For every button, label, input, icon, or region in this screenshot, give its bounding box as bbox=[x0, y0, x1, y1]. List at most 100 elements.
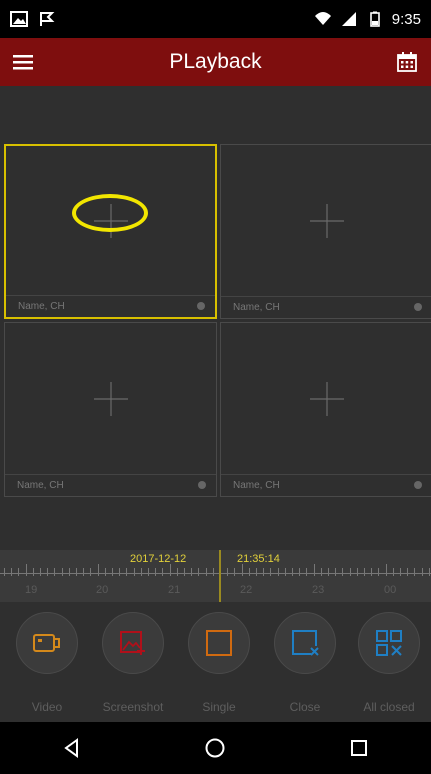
timeline-hour: 23 bbox=[312, 584, 325, 596]
cell-label: Name, CH bbox=[5, 474, 216, 496]
timeline-tick bbox=[97, 564, 99, 576]
video-camera-icon bbox=[33, 634, 60, 652]
timeline-tick bbox=[25, 564, 27, 576]
timeline-tick bbox=[119, 568, 121, 576]
action-bar: Video Screenshot Single Close All closed bbox=[0, 602, 431, 722]
timeline-hour: 21 bbox=[168, 584, 181, 596]
system-nav-bar bbox=[0, 722, 431, 774]
cell-label: Name, CH bbox=[221, 296, 431, 318]
timeline-tick bbox=[162, 568, 164, 576]
timeline-tick bbox=[428, 568, 430, 576]
timeline-tick bbox=[112, 568, 113, 576]
timeline-tick bbox=[40, 568, 41, 576]
wifi-icon bbox=[314, 12, 331, 25]
cell-label: Name, CH bbox=[221, 474, 431, 496]
timeline-tick bbox=[83, 568, 85, 576]
timeline-tick bbox=[385, 564, 387, 576]
all-closed-button-circle[interactable] bbox=[358, 612, 420, 674]
close-button-circle[interactable] bbox=[274, 612, 336, 674]
timeline-tick bbox=[378, 568, 380, 576]
timeline-tick bbox=[140, 568, 142, 576]
timeline-tick bbox=[421, 568, 423, 576]
screenshot-button-circle[interactable] bbox=[102, 612, 164, 674]
top-spacer bbox=[0, 86, 431, 144]
video-cell-3[interactable]: Name, CH bbox=[4, 322, 217, 497]
timeline-tick bbox=[32, 568, 34, 576]
timeline-tick bbox=[256, 568, 257, 576]
page-title: PLayback bbox=[169, 50, 262, 73]
timeline-tick bbox=[68, 568, 70, 576]
timeline-tick bbox=[54, 568, 56, 576]
status-dot bbox=[414, 303, 422, 311]
timeline-tick bbox=[4, 568, 5, 576]
add-channel-icon[interactable] bbox=[93, 382, 128, 417]
back-triangle-icon bbox=[64, 738, 78, 758]
video-button[interactable]: Video bbox=[4, 612, 90, 714]
screenshot-button[interactable]: Screenshot bbox=[90, 612, 176, 714]
video-cell-4[interactable]: Name, CH bbox=[220, 322, 431, 497]
timeline-axis bbox=[0, 573, 431, 574]
recents-square-icon bbox=[351, 740, 368, 756]
recents-button[interactable] bbox=[339, 728, 379, 768]
single-button-circle[interactable] bbox=[188, 612, 250, 674]
timeline-tick bbox=[184, 568, 185, 576]
app-bar: PLayback bbox=[0, 38, 431, 86]
timeline-tick bbox=[61, 568, 63, 576]
flag-notification-icon bbox=[40, 12, 55, 26]
timeline-tick bbox=[335, 568, 337, 576]
home-circle-icon bbox=[205, 738, 225, 758]
timeline-cursor[interactable] bbox=[219, 550, 221, 602]
single-button[interactable]: Single bbox=[176, 612, 262, 714]
video-button-circle[interactable] bbox=[16, 612, 78, 674]
timeline-tick bbox=[11, 568, 13, 576]
timeline-tick bbox=[407, 568, 409, 576]
add-channel-icon[interactable] bbox=[309, 382, 344, 417]
highlight-annotation bbox=[72, 194, 148, 232]
timeline-hour: 19 bbox=[25, 584, 38, 596]
image-notification-icon bbox=[10, 11, 28, 27]
close-label: Close bbox=[289, 700, 321, 714]
status-dot bbox=[414, 481, 422, 489]
timeline-tick bbox=[292, 568, 293, 576]
status-time: 9:35 bbox=[391, 10, 421, 28]
timeline-tick bbox=[155, 568, 157, 576]
timeline-tick bbox=[212, 568, 214, 576]
timeline-tick bbox=[392, 568, 394, 576]
back-button[interactable] bbox=[52, 728, 92, 768]
timeline-tick bbox=[356, 568, 358, 576]
calendar-icon[interactable] bbox=[395, 50, 419, 74]
home-button[interactable] bbox=[195, 728, 235, 768]
status-bar: 9:35 bbox=[0, 0, 431, 38]
timeline-tick bbox=[320, 568, 322, 576]
status-dot bbox=[197, 302, 205, 310]
menu-icon[interactable] bbox=[12, 51, 34, 73]
signal-icon bbox=[341, 12, 356, 26]
playback-timeline[interactable]: 2017-12-12 21:35:14 19 20 21 22 23 00 bbox=[0, 550, 431, 602]
timeline-hour: 20 bbox=[96, 584, 109, 596]
video-cell-2[interactable]: Name, CH bbox=[220, 144, 431, 319]
timeline-time: 21:35:14 bbox=[237, 553, 280, 565]
timeline-tick bbox=[299, 568, 301, 576]
timeline-tick bbox=[313, 564, 315, 576]
timeline-tick bbox=[414, 568, 416, 576]
video-cell-1[interactable]: Name, CH bbox=[4, 144, 217, 319]
middle-spacer bbox=[0, 498, 431, 550]
timeline-tick bbox=[205, 568, 207, 576]
single-view-icon bbox=[206, 630, 232, 656]
timeline-tick bbox=[198, 568, 200, 576]
single-label: Single bbox=[202, 700, 236, 714]
timeline-tick bbox=[148, 568, 149, 576]
screenshot-label: Screenshot bbox=[102, 700, 164, 714]
all-closed-label: All closed bbox=[363, 700, 415, 714]
timeline-tick bbox=[104, 568, 106, 576]
timeline-tick bbox=[270, 568, 272, 576]
timeline-tick bbox=[349, 568, 351, 576]
timeline-tick bbox=[90, 568, 92, 576]
battery-icon bbox=[369, 11, 380, 27]
add-channel-icon[interactable] bbox=[309, 204, 344, 239]
timeline-tick bbox=[263, 568, 265, 576]
close-button[interactable]: Close bbox=[262, 612, 348, 714]
timeline-date: 2017-12-12 bbox=[130, 553, 187, 565]
all-closed-button[interactable]: All closed bbox=[346, 612, 431, 714]
timeline-tick bbox=[342, 568, 344, 576]
